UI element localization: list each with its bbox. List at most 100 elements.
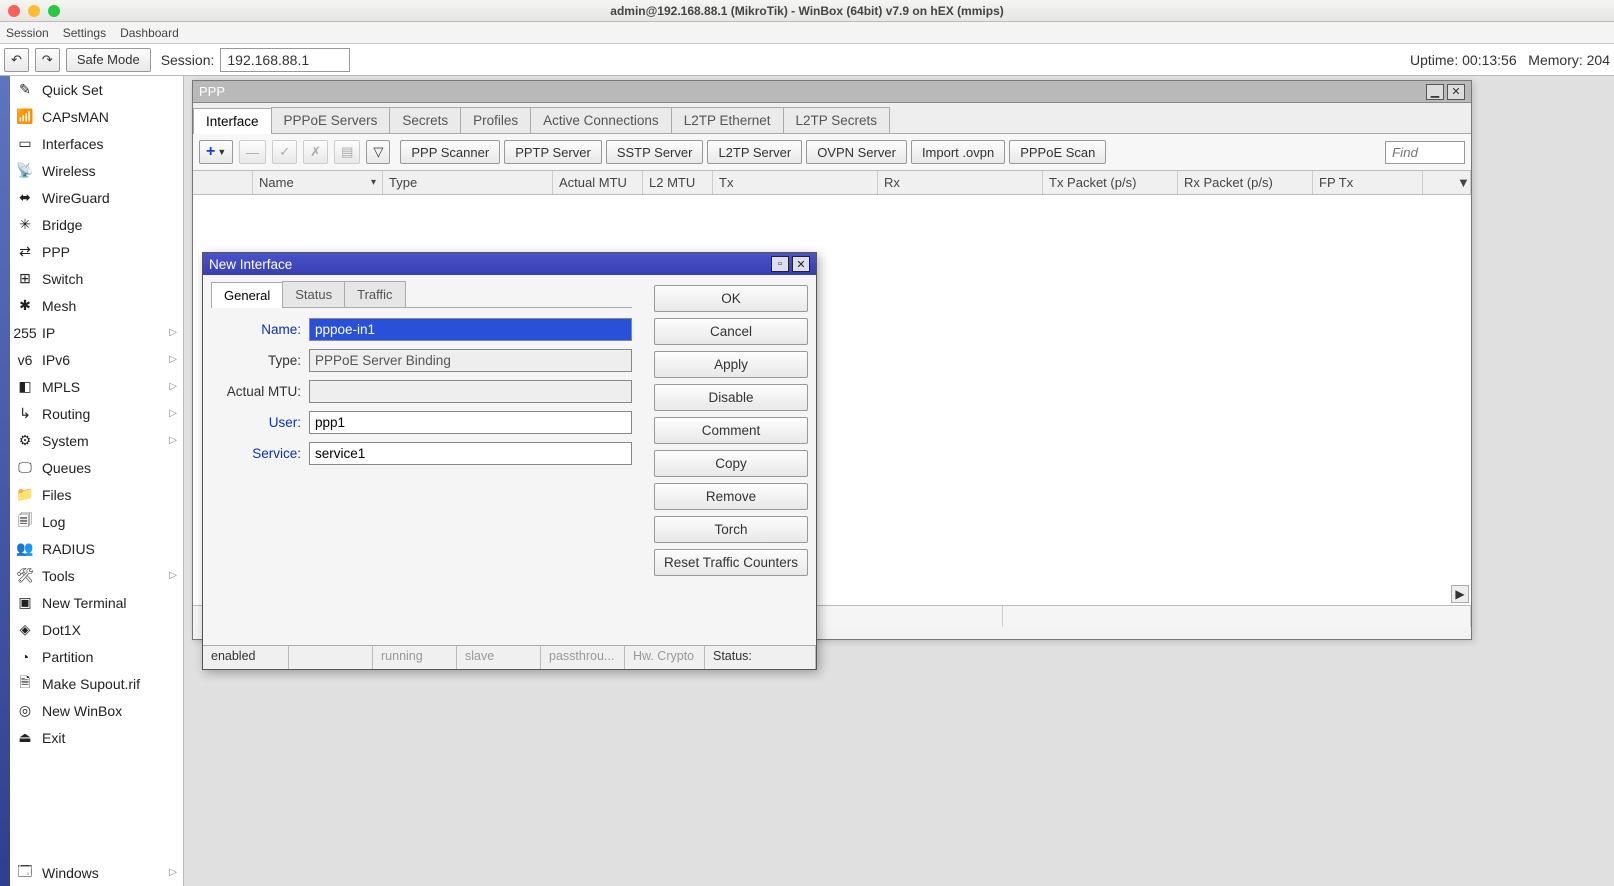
tab-pppoe-servers[interactable]: PPPoE Servers	[271, 107, 391, 133]
menu-session[interactable]: Session	[6, 26, 49, 40]
column-tx[interactable]: Tx	[713, 171, 878, 194]
sidebar-item-queues[interactable]: 🖵Queues	[10, 454, 183, 481]
import-ovpn-button[interactable]: Import .ovpn	[911, 140, 1005, 164]
tab-l2tp-secrets[interactable]: L2TP Secrets	[783, 107, 891, 133]
sidebar-item-capsman[interactable]: 📶CAPsMAN	[10, 103, 183, 130]
sidebar-item-quick-set[interactable]: ✎Quick Set	[10, 76, 183, 103]
safe-mode-button[interactable]: Safe Mode	[66, 48, 151, 72]
comment-button[interactable]: ▤	[334, 140, 360, 164]
sidebar-item-dot1x[interactable]: ◈Dot1X	[10, 616, 183, 643]
sidebar-item-log[interactable]: 🗐Log	[10, 508, 183, 535]
enable-button[interactable]: ✓	[272, 140, 297, 164]
chevron-right-icon: ▷	[169, 408, 177, 419]
sidebar-item-system[interactable]: ⚙System▷	[10, 427, 183, 454]
disable-button[interactable]: Disable	[654, 384, 808, 411]
column-actual-mtu[interactable]: Actual MTU	[553, 171, 643, 194]
memory-label: Memory:	[1528, 52, 1582, 68]
sidebar-item-routing[interactable]: ↳Routing▷	[10, 400, 183, 427]
menu-settings[interactable]: Settings	[63, 26, 106, 40]
sidebar-icon: 📶	[16, 108, 34, 126]
dialog-close-icon[interactable]: ✕	[792, 256, 810, 272]
sidebar-item-bridge[interactable]: ✳Bridge	[10, 211, 183, 238]
torch-button[interactable]: Torch	[654, 516, 808, 543]
sidebar-item-label: Files	[42, 487, 72, 503]
column-tx-packet-p-s-[interactable]: Tx Packet (p/s)	[1043, 171, 1178, 194]
sidebar-item-ipv6[interactable]: v6IPv6▷	[10, 346, 183, 373]
sidebar-item-make-supout-rif[interactable]: 🗎Make Supout.rif	[10, 670, 183, 697]
copy-button[interactable]: Copy	[654, 450, 808, 477]
sidebar-item-ip[interactable]: 255IP▷	[10, 319, 183, 346]
dialog-tab-general[interactable]: General	[211, 282, 283, 308]
sidebar-item-new-winbox[interactable]: ◎New WinBox	[10, 697, 183, 724]
sidebar-item-mpls[interactable]: ◧MPLS▷	[10, 373, 183, 400]
disable-button[interactable]: ✗	[303, 140, 328, 164]
sidebar-item-ppp[interactable]: ⇄PPP	[10, 238, 183, 265]
user-input[interactable]	[309, 411, 632, 434]
service-input[interactable]	[309, 442, 632, 465]
menu-dashboard[interactable]: Dashboard	[120, 26, 179, 40]
tab-interface[interactable]: Interface	[193, 108, 272, 134]
sidebar-item-files[interactable]: 📁Files	[10, 481, 183, 508]
redo-button[interactable]: ↷	[35, 48, 60, 72]
sidebar-item-tools[interactable]: 🛠Tools▷	[10, 562, 183, 589]
dialog-tab-status[interactable]: Status	[282, 281, 345, 307]
ppp-table-header: Name ▾TypeActual MTUL2 MTUTxRxTx Packet …	[193, 171, 1471, 195]
session-input[interactable]	[220, 48, 350, 72]
reset-traffic-counters-button[interactable]: Reset Traffic Counters	[654, 549, 808, 576]
dialog-status-bar: enabled running slave passthrou... Hw. C…	[203, 645, 816, 669]
ok-button[interactable]: OK	[654, 285, 808, 312]
dialog-minimize-icon[interactable]: ▫	[771, 256, 789, 272]
ppp-minimize-icon[interactable]: ▁	[1426, 84, 1444, 100]
tab-profiles[interactable]: Profiles	[460, 107, 531, 133]
sidebar-item-mesh[interactable]: ✱Mesh	[10, 292, 183, 319]
ppp-window-titlebar[interactable]: PPP ▁ ✕	[193, 81, 1471, 103]
sidebar-icon: 🗐	[16, 513, 34, 531]
sidebar-item-wireguard[interactable]: ⬌WireGuard	[10, 184, 183, 211]
minimize-window-icon[interactable]	[28, 5, 40, 17]
sidebar-item-partition[interactable]: ◔Partition	[10, 643, 183, 670]
find-input[interactable]	[1385, 141, 1465, 164]
add-button[interactable]: +▼	[199, 140, 233, 164]
sidebar-item-windows[interactable]: 🗔Windows▷	[10, 859, 183, 886]
tab-secrets[interactable]: Secrets	[389, 107, 461, 133]
comment-button[interactable]: Comment	[654, 417, 808, 444]
maximize-window-icon[interactable]	[48, 5, 60, 17]
ppp-close-icon[interactable]: ✕	[1447, 84, 1465, 100]
column-name[interactable]: Name ▾	[253, 171, 383, 194]
ppp-scanner-button[interactable]: PPP Scanner	[400, 140, 500, 164]
ovpn-server-button[interactable]: OVPN Server	[806, 140, 907, 164]
scroll-right-icon[interactable]: ▶	[1451, 585, 1469, 603]
remove-button[interactable]: —	[239, 140, 266, 164]
column-type[interactable]: Type	[383, 171, 553, 194]
l2tp-server-button[interactable]: L2TP Server	[707, 140, 802, 164]
sidebar-item-wireless[interactable]: 📡Wireless	[10, 157, 183, 184]
tab-l2tp-ethernet[interactable]: L2TP Ethernet	[671, 107, 784, 133]
column-rx[interactable]: Rx	[878, 171, 1043, 194]
column-l2-mtu[interactable]: L2 MTU	[643, 171, 713, 194]
sidebar-icon: ⚙	[16, 432, 34, 450]
pppoe-scan-button[interactable]: PPPoE Scan	[1009, 140, 1106, 164]
sstp-server-button[interactable]: SSTP Server	[606, 140, 704, 164]
apply-button[interactable]: Apply	[654, 351, 808, 378]
tab-active-connections[interactable]: Active Connections	[530, 107, 672, 133]
sidebar-item-exit[interactable]: ⏏Exit	[10, 724, 183, 751]
column-rx-packet-p-s-[interactable]: Rx Packet (p/s)	[1178, 171, 1313, 194]
columns-dropdown-icon[interactable]: ▼	[1451, 171, 1471, 194]
cancel-button[interactable]: Cancel	[654, 318, 808, 345]
sidebar-item-new-terminal[interactable]: ▣New Terminal	[10, 589, 183, 616]
undo-button[interactable]: ↶	[4, 48, 29, 72]
sidebar-item-radius[interactable]: 👥RADIUS	[10, 535, 183, 562]
sidebar-item-switch[interactable]: ⊞Switch	[10, 265, 183, 292]
column-fp-tx[interactable]: FP Tx	[1313, 171, 1423, 194]
sidebar-icon: ⬌	[16, 189, 34, 207]
filter-button[interactable]: ▽	[366, 140, 390, 164]
close-window-icon[interactable]	[8, 5, 20, 17]
remove-button[interactable]: Remove	[654, 483, 808, 510]
name-input[interactable]	[309, 318, 632, 341]
dialog-titlebar[interactable]: New Interface ▫ ✕	[203, 253, 816, 275]
sidebar-item-interfaces[interactable]: ▭Interfaces	[10, 130, 183, 157]
pptp-server-button[interactable]: PPTP Server	[504, 140, 602, 164]
sidebar-item-label: IP	[42, 325, 55, 341]
column-flag[interactable]	[193, 171, 253, 194]
dialog-tab-traffic[interactable]: Traffic	[344, 281, 405, 307]
